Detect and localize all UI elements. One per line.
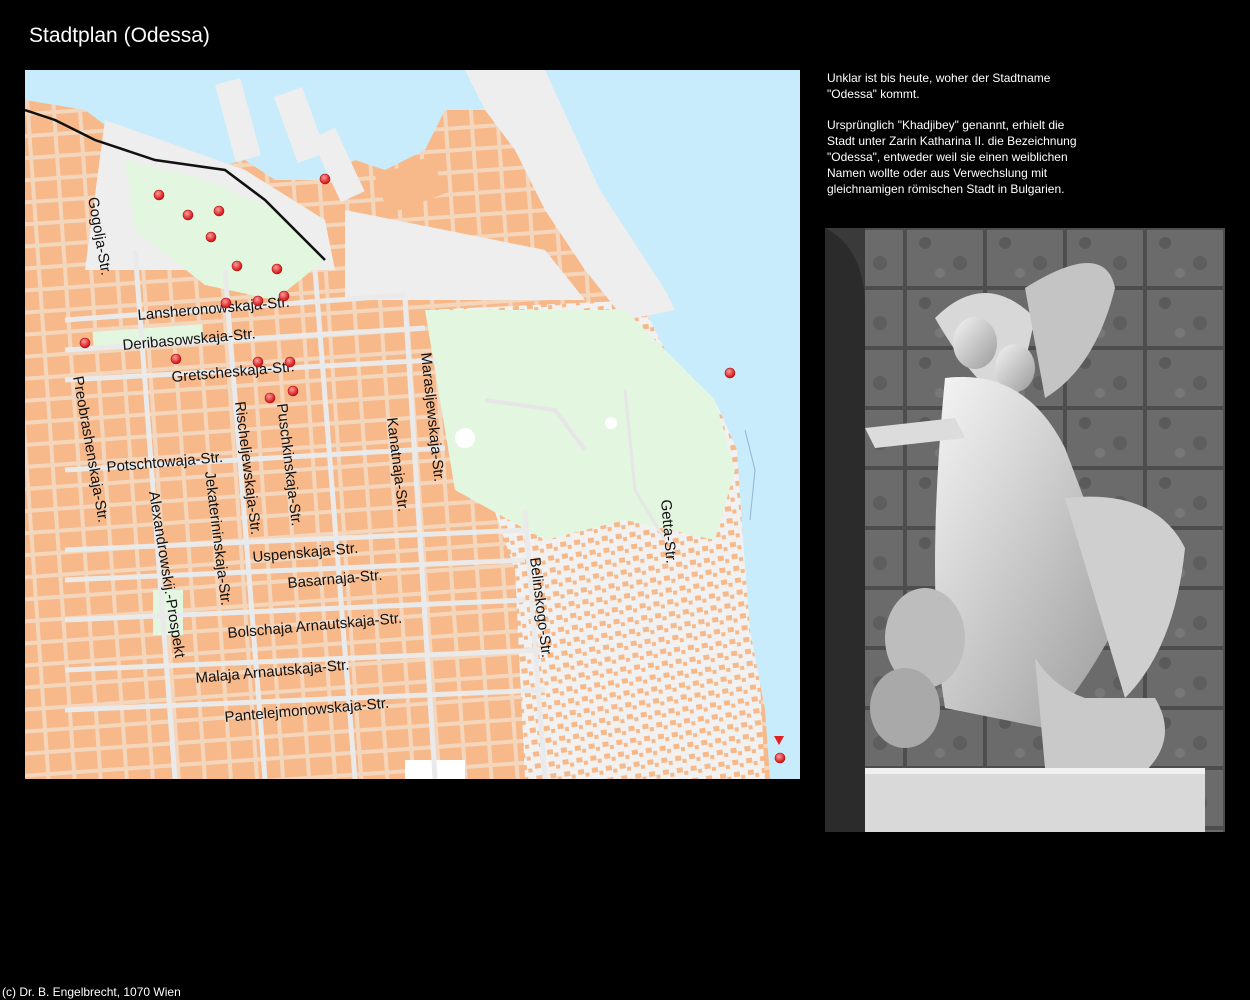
page: Stadtplan (Odessa) Gogolja-Str. Lanshero…	[0, 0, 1250, 1000]
poi-marker[interactable]	[213, 205, 225, 217]
poi-marker[interactable]	[220, 297, 232, 309]
poi-marker[interactable]	[724, 367, 736, 379]
poi-marker[interactable]	[153, 189, 165, 201]
poi-marker[interactable]	[205, 231, 217, 243]
city-map-canvas: Gogolja-Str. Lansheronowskaja-Str. Derib…	[25, 70, 800, 779]
city-map[interactable]: Gogolja-Str. Lansheronowskaja-Str. Derib…	[25, 70, 800, 779]
poi-marker[interactable]	[264, 392, 276, 404]
poi-marker[interactable]	[170, 353, 182, 365]
description: Unklar ist bis heute, woher der Stadtnam…	[827, 70, 1077, 212]
page-title: Stadtplan (Odessa)	[29, 24, 210, 47]
poi-marker[interactable]	[287, 385, 299, 397]
poi-marker[interactable]	[278, 290, 290, 302]
poi-marker[interactable]	[319, 173, 331, 185]
statue-photo-image	[825, 228, 1225, 832]
poi-marker[interactable]	[252, 356, 264, 368]
poi-marker[interactable]	[182, 209, 194, 221]
description-paragraph-1: Unklar ist bis heute, woher der Stadtnam…	[827, 71, 1051, 101]
fountain	[455, 428, 475, 448]
statue-photo	[825, 228, 1225, 832]
poi-marker[interactable]	[284, 356, 296, 368]
description-paragraph-2: Ursprünglich "Khadjibey" genannt, erhiel…	[827, 118, 1077, 196]
poi-marker[interactable]	[774, 752, 786, 764]
poi-marker[interactable]	[271, 263, 283, 275]
poi-marker[interactable]	[252, 295, 264, 307]
poi-marker[interactable]	[231, 260, 243, 272]
copyright: (c) Dr. B. Engelbrecht, 1070 Wien	[2, 985, 181, 999]
fountain	[605, 417, 617, 429]
poi-marker[interactable]	[79, 337, 91, 349]
